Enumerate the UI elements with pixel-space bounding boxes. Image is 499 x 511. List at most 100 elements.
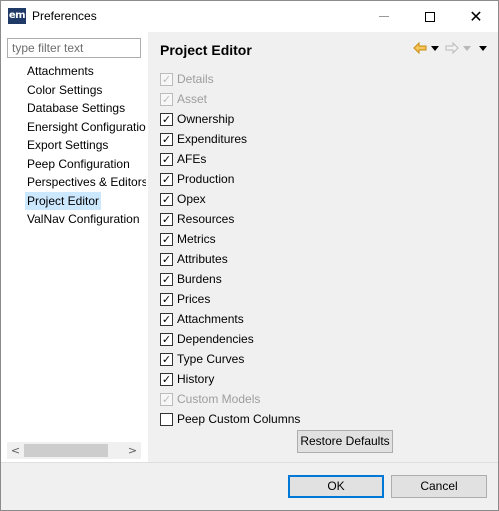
tree-item[interactable]: ValNav Configuration xyxy=(25,210,142,228)
ok-button[interactable]: OK xyxy=(288,475,384,498)
minimize-button[interactable] xyxy=(361,1,407,32)
option-label: Metrics xyxy=(177,232,216,246)
option-row[interactable]: ✓ AFEs xyxy=(160,150,206,168)
back-button[interactable] xyxy=(413,40,427,56)
page-nav-toolbar xyxy=(413,40,493,56)
option-row: ✓ Asset xyxy=(160,90,207,108)
checkmark-icon: ✓ xyxy=(161,192,172,206)
tree-item[interactable]: Perspectives & Editors xyxy=(25,173,146,191)
checkmark-icon: ✓ xyxy=(161,232,172,246)
option-checkbox[interactable]: ✓ xyxy=(160,232,173,246)
tree-item[interactable]: Enersight Configuratio xyxy=(25,118,146,136)
filter-input[interactable] xyxy=(7,38,141,58)
option-label: Expenditures xyxy=(177,132,248,146)
view-menu-button[interactable] xyxy=(479,40,489,56)
option-row: ✓ Custom Models xyxy=(160,390,260,408)
close-icon: ✕ xyxy=(469,6,483,26)
tree-item[interactable]: Export Settings xyxy=(25,136,110,154)
option-label: Type Curves xyxy=(177,352,245,366)
checkmark-icon: ✓ xyxy=(161,312,172,326)
minimize-icon xyxy=(379,16,389,17)
chevron-down-icon xyxy=(479,45,487,51)
option-checkbox[interactable]: ✓ xyxy=(160,172,173,186)
option-checkbox[interactable]: ✓ xyxy=(160,252,173,266)
option-checkbox[interactable]: ✓ xyxy=(160,272,173,286)
option-row[interactable]: ✓ Attributes xyxy=(160,250,228,268)
option-row[interactable]: ✓ Prices xyxy=(160,290,210,308)
option-checkbox[interactable]: ✓ xyxy=(160,152,173,166)
option-label: Burdens xyxy=(177,272,222,286)
option-checkbox: ✓ xyxy=(160,92,173,106)
checkmark-icon: ✓ xyxy=(161,132,172,146)
chevron-down-icon xyxy=(431,45,439,51)
tree-item[interactable]: Color Settings xyxy=(25,81,104,99)
option-row[interactable]: ✓ Metrics xyxy=(160,230,216,248)
preference-tree: Attachments Color Settings Database Settin… xyxy=(1,62,146,442)
option-checkbox: ✓ xyxy=(160,72,173,86)
tree-item[interactable]: Database Settings xyxy=(25,99,127,117)
scroll-left-button[interactable]: < xyxy=(7,442,24,459)
option-checkbox[interactable]: ✓ xyxy=(160,292,173,306)
tree-item[interactable]: Project Editor xyxy=(25,191,102,210)
maximize-icon xyxy=(425,11,435,22)
dialog-footer: OK Cancel xyxy=(1,463,498,510)
option-row[interactable]: Peep Custom Columns xyxy=(160,410,300,428)
option-checkbox[interactable]: ✓ xyxy=(160,352,173,366)
option-row[interactable]: ✓ Production xyxy=(160,170,234,188)
tree-item[interactable]: Attachments xyxy=(25,62,96,80)
checkmark-icon: ✓ xyxy=(161,72,172,86)
option-row[interactable]: ✓ Burdens xyxy=(160,270,222,288)
preference-tree-pane: AttachmentsColor SettingsDatabase Settin… xyxy=(1,32,148,462)
forward-history-dropdown[interactable] xyxy=(463,40,473,56)
option-checkbox[interactable]: ✓ xyxy=(160,192,173,206)
preferences-dialog: em Preferences ✕ AttachmentsColor Settin… xyxy=(0,0,499,511)
option-row[interactable]: ✓ Type Curves xyxy=(160,350,244,368)
option-checkbox[interactable]: ✓ xyxy=(160,332,173,346)
window-title: Preferences xyxy=(32,9,97,23)
scrollbar-thumb[interactable] xyxy=(24,444,108,457)
option-row[interactable]: ✓ Opex xyxy=(160,190,206,208)
option-label: Ownership xyxy=(177,112,235,126)
checkmark-icon: ✓ xyxy=(161,292,172,306)
scroll-right-button[interactable]: > xyxy=(124,442,141,459)
option-label: Peep Custom Columns xyxy=(177,412,301,426)
chevron-down-icon xyxy=(463,45,471,51)
checkmark-icon: ✓ xyxy=(161,112,172,126)
back-arrow-icon xyxy=(413,42,427,54)
option-label: Dependencies xyxy=(177,332,254,346)
option-checkbox[interactable]: ✓ xyxy=(160,112,173,126)
checkmark-icon: ✓ xyxy=(161,372,172,386)
cancel-button[interactable]: Cancel xyxy=(391,475,487,498)
option-label: Production xyxy=(177,172,235,186)
option-label: Details xyxy=(177,72,214,86)
maximize-button[interactable] xyxy=(407,1,453,32)
option-row[interactable]: ✓ Resources xyxy=(160,210,234,228)
tree-item[interactable]: Peep Configuration xyxy=(25,155,132,173)
option-checkbox[interactable] xyxy=(160,412,173,426)
restore-defaults-button[interactable]: Restore Defaults xyxy=(297,430,393,453)
close-button[interactable]: ✕ xyxy=(453,1,499,32)
option-row[interactable]: ✓ Dependencies xyxy=(160,330,254,348)
option-row[interactable]: ✓ Attachments xyxy=(160,310,244,328)
option-checkbox[interactable]: ✓ xyxy=(160,132,173,146)
checkmark-icon: ✓ xyxy=(161,172,172,186)
forward-button[interactable] xyxy=(445,40,459,56)
option-row[interactable]: ✓ History xyxy=(160,370,214,388)
option-row[interactable]: ✓ Expenditures xyxy=(160,130,247,148)
back-history-dropdown[interactable] xyxy=(431,40,441,56)
option-row[interactable]: ✓ Ownership xyxy=(160,110,234,128)
checkmark-icon: ✓ xyxy=(161,212,172,226)
option-label: AFEs xyxy=(177,152,207,166)
option-checkbox: ✓ xyxy=(160,392,173,406)
checkmark-icon: ✓ xyxy=(161,352,172,366)
checkmark-icon: ✓ xyxy=(161,152,172,166)
option-checkbox[interactable]: ✓ xyxy=(160,372,173,386)
option-checkbox[interactable]: ✓ xyxy=(160,212,173,226)
horizontal-scrollbar[interactable]: < > xyxy=(7,442,141,459)
app-icon: em xyxy=(8,8,26,24)
option-checkbox[interactable]: ✓ xyxy=(160,312,173,326)
checkmark-icon: ✓ xyxy=(161,272,172,286)
option-label: Prices xyxy=(177,292,211,306)
option-label: Opex xyxy=(177,192,206,206)
option-row: ✓ Details xyxy=(160,70,214,88)
